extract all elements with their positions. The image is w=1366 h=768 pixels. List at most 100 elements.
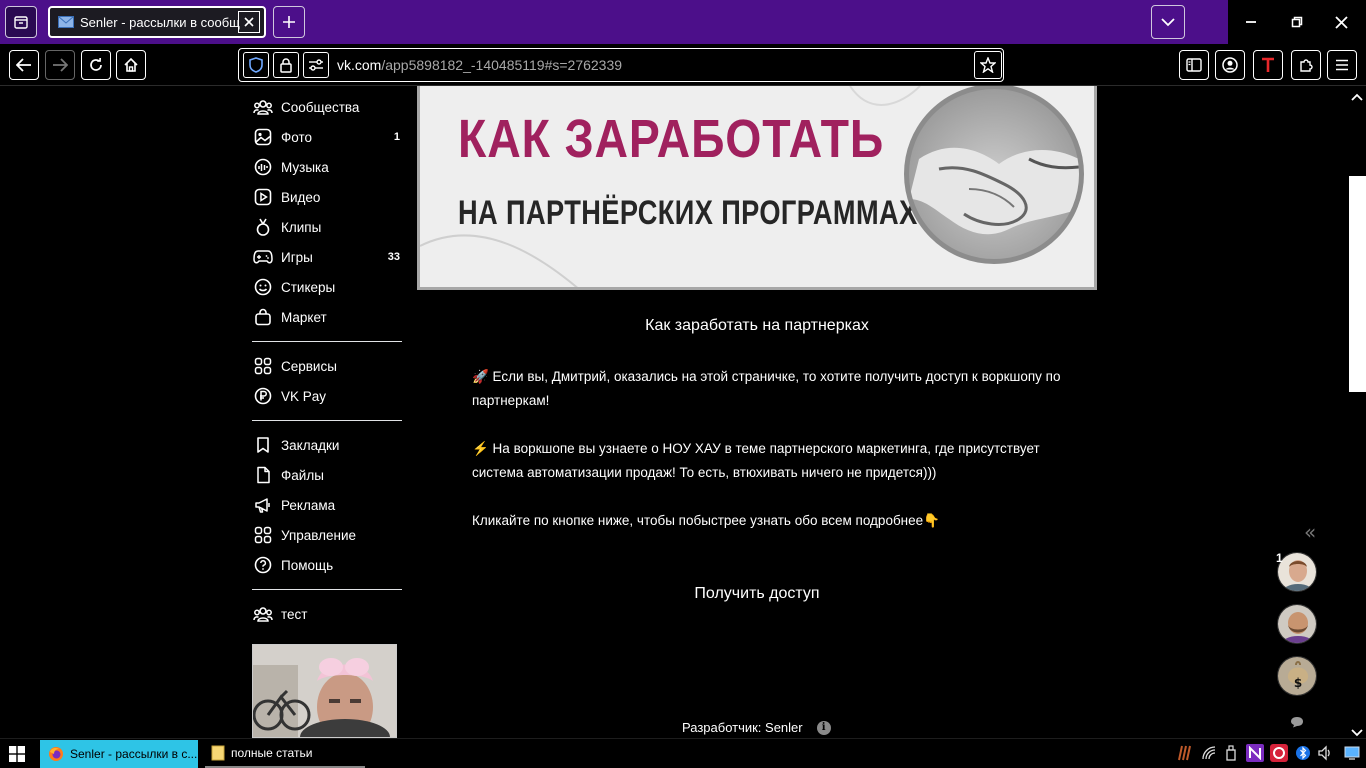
collapse-chats-icon[interactable]: « bbox=[1304, 520, 1316, 544]
vkpay-icon bbox=[252, 385, 274, 407]
account-button[interactable] bbox=[1215, 50, 1245, 80]
star-icon bbox=[980, 57, 996, 73]
sidebar-item-count: 1 bbox=[393, 131, 400, 143]
bookmark-star-button[interactable] bbox=[974, 50, 1002, 80]
developer-label: Разработчик: Senler bbox=[682, 720, 803, 735]
communities-icon bbox=[252, 603, 274, 625]
scroll-up-arrow[interactable] bbox=[1350, 88, 1364, 101]
tray-notifications[interactable] bbox=[1343, 744, 1361, 762]
sidebar-item-label: Управление bbox=[281, 527, 357, 543]
mail-icon bbox=[58, 16, 74, 28]
sidebar-divider bbox=[252, 341, 402, 342]
sidebar-item-market[interactable]: Маркет bbox=[250, 305, 402, 329]
restore-button[interactable] bbox=[1283, 8, 1311, 36]
avatar-image bbox=[1278, 553, 1316, 591]
market-icon bbox=[252, 306, 274, 328]
chat-bubble-icon[interactable] bbox=[1290, 713, 1304, 732]
tray-network[interactable] bbox=[1200, 744, 1218, 762]
sidebar-item-help[interactable]: Помощь bbox=[250, 553, 402, 577]
site-info-button[interactable] bbox=[273, 52, 299, 78]
permissions-button[interactable] bbox=[303, 52, 329, 78]
sidebar-item-games[interactable]: Игры 33 bbox=[250, 245, 402, 269]
start-button[interactable] bbox=[9, 746, 25, 762]
close-window-button[interactable] bbox=[1327, 8, 1355, 36]
forward-button[interactable] bbox=[45, 50, 75, 80]
bars-icon bbox=[1178, 745, 1191, 761]
taskbar-notepad-label: полные статьи bbox=[231, 746, 313, 760]
sidebar-item-video[interactable]: Видео bbox=[250, 185, 402, 209]
url-text[interactable]: vk.com/app5898182_-140485119#s=2762339 bbox=[337, 57, 622, 73]
tab-senler[interactable]: Senler - рассылки в сообщест bbox=[48, 6, 266, 38]
tab-title: Senler - рассылки в сообщест bbox=[80, 14, 240, 30]
app-menu-button[interactable] bbox=[1327, 50, 1357, 80]
sidebar-item-manage[interactable]: Управление bbox=[250, 523, 402, 547]
puzzle-icon bbox=[1300, 59, 1313, 72]
sidebar-item-test[interactable]: тест bbox=[250, 602, 402, 626]
chat-avatar-2[interactable] bbox=[1277, 604, 1317, 644]
sidebar-item-bookmarks[interactable]: Закладки bbox=[250, 433, 402, 457]
tab-close-button[interactable] bbox=[238, 11, 260, 33]
back-button[interactable] bbox=[9, 50, 39, 80]
tab-list-button[interactable] bbox=[5, 6, 37, 38]
close-icon bbox=[1334, 15, 1348, 29]
navigation-toolbar: vk.com/app5898182_-140485119#s=2762339 bbox=[0, 44, 1366, 86]
tray-n-app[interactable] bbox=[1246, 744, 1264, 762]
chat-avatar-1[interactable] bbox=[1277, 552, 1317, 592]
tray-bluetooth[interactable] bbox=[1294, 744, 1312, 762]
extension-t-button[interactable] bbox=[1253, 50, 1283, 80]
sidebar-item-music[interactable]: Музыка bbox=[250, 155, 402, 179]
sidebar-item-label: Закладки bbox=[281, 437, 340, 453]
sidebar-item-stickers[interactable]: Стикеры bbox=[250, 275, 402, 299]
sidebar-item-label: VK Pay bbox=[281, 388, 327, 404]
video-icon bbox=[252, 186, 274, 208]
sidebar-item-files[interactable]: Файлы bbox=[250, 463, 402, 487]
sidebar-item-clips[interactable]: Клипы bbox=[250, 215, 402, 239]
extensions-button[interactable] bbox=[1291, 50, 1321, 80]
scroll-down-arrow[interactable] bbox=[1350, 724, 1364, 737]
sidebar-item-services[interactable]: Сервисы bbox=[250, 354, 402, 378]
sidebar-item-vkpay[interactable]: VK Pay bbox=[250, 384, 402, 408]
sidebar-toggle-button[interactable] bbox=[1179, 50, 1209, 80]
sidebar-user-photo[interactable] bbox=[252, 644, 397, 738]
sidebar-item-label: Стикеры bbox=[281, 279, 336, 295]
sidebar-item-photo[interactable]: Фото 1 bbox=[250, 125, 402, 149]
tab-strip: Senler - рассылки в сообщест bbox=[0, 0, 1366, 44]
sidebar-item-communities[interactable]: Сообщества bbox=[250, 95, 402, 119]
address-bar[interactable]: vk.com/app5898182_-140485119#s=2762339 bbox=[238, 48, 1004, 82]
tray-usb[interactable] bbox=[1222, 744, 1240, 762]
left-sidebar: Сообщества Фото 1 Музыка Видео Клипы Игр… bbox=[250, 86, 410, 738]
info-icon[interactable]: i bbox=[816, 720, 831, 735]
scrollbar-thumb[interactable] bbox=[1349, 176, 1366, 392]
red-app-icon bbox=[1273, 747, 1285, 759]
sidebar-item-label: Фото bbox=[281, 129, 313, 145]
chat-avatar-3[interactable]: $ bbox=[1277, 656, 1317, 696]
handshake-icon bbox=[909, 147, 1079, 235]
tray-app-icon[interactable] bbox=[1176, 744, 1194, 762]
services-icon bbox=[252, 355, 274, 377]
n-app-icon bbox=[1249, 746, 1261, 760]
reload-icon bbox=[90, 57, 102, 71]
taskbar-firefox[interactable]: Senler - рассылки в с... bbox=[40, 740, 198, 768]
new-tab-button[interactable] bbox=[273, 6, 305, 38]
list-all-tabs-button[interactable] bbox=[1151, 5, 1185, 39]
url-path: /app5898182_-140485119#s=2762339 bbox=[381, 57, 623, 73]
reload-button[interactable] bbox=[81, 50, 111, 80]
archive-icon bbox=[14, 16, 28, 29]
sidebar-item-ads[interactable]: Реклама bbox=[250, 493, 402, 517]
home-button[interactable] bbox=[116, 50, 146, 80]
hamburger-icon bbox=[1336, 59, 1348, 71]
bookmarks-icon bbox=[252, 434, 274, 456]
files-icon bbox=[252, 464, 274, 486]
tracking-protection-button[interactable] bbox=[243, 52, 269, 78]
minimize-button[interactable] bbox=[1237, 8, 1265, 36]
sidebar-item-label: Клипы bbox=[281, 219, 322, 235]
sidebar-item-label: Реклама bbox=[281, 497, 336, 513]
tray-volume[interactable] bbox=[1316, 744, 1334, 762]
account-icon bbox=[1222, 57, 1238, 73]
extension-t-icon bbox=[1262, 57, 1274, 72]
sidebar-item-label: Файлы bbox=[281, 467, 324, 483]
tray-red-app[interactable] bbox=[1270, 744, 1288, 762]
taskbar-notepad[interactable]: полные статьи bbox=[205, 740, 365, 768]
get-access-button[interactable]: Получить доступ bbox=[617, 580, 897, 608]
taskbar-firefox-label: Senler - рассылки в с... bbox=[70, 747, 198, 761]
